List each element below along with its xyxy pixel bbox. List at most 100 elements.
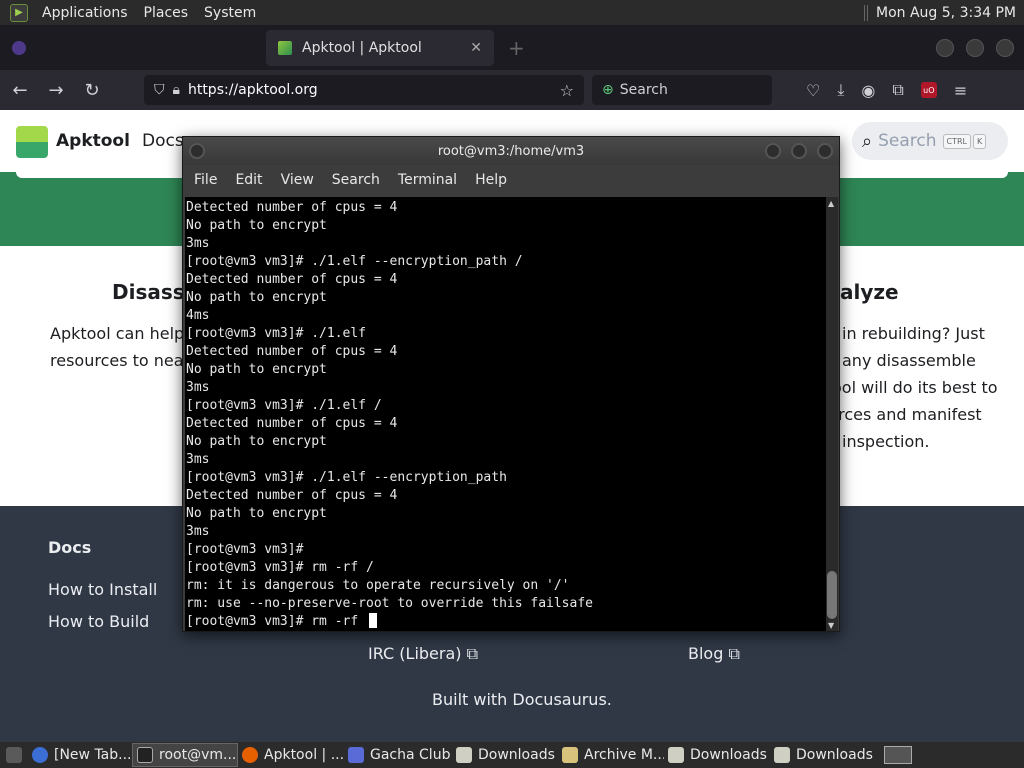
archive-icon bbox=[562, 747, 578, 763]
footer-link-blog[interactable]: Blog ⧉ bbox=[688, 644, 740, 664]
task-new-tab[interactable]: [New Tab... bbox=[28, 743, 132, 767]
workspace-switcher[interactable] bbox=[884, 746, 912, 764]
back-icon[interactable]: ← bbox=[4, 80, 36, 101]
task-gacha-club[interactable]: Gacha Club bbox=[344, 743, 452, 767]
folder-icon bbox=[456, 747, 472, 763]
terminal-line: 3ms bbox=[186, 452, 210, 467]
terminal-line: No path to encrypt bbox=[186, 290, 327, 305]
pocket-icon[interactable]: ♡ bbox=[806, 81, 820, 100]
minimize-icon[interactable] bbox=[765, 143, 781, 159]
terminal-line: No path to encrypt bbox=[186, 218, 327, 233]
task-archive-manager[interactable]: Archive M... bbox=[558, 743, 664, 767]
site-name[interactable]: Apktool bbox=[56, 131, 130, 151]
scroll-thumb[interactable] bbox=[827, 571, 837, 619]
terminal-line: 3ms bbox=[186, 236, 210, 251]
kbd-ctrl: CTRL bbox=[942, 133, 971, 149]
terminal-line: [root@vm3 vm3]# ./1.elf / bbox=[186, 398, 382, 413]
terminal-output[interactable]: Detected number of cpus = 4 No path to en… bbox=[185, 197, 827, 631]
menu-applications[interactable]: Applications bbox=[34, 5, 136, 21]
footer-link-how-install[interactable]: How to Install bbox=[48, 580, 157, 599]
scroll-down-icon[interactable]: ▼ bbox=[828, 621, 834, 630]
clock[interactable]: Mon Aug 5, 3:34 PM bbox=[876, 5, 1024, 21]
account-icon[interactable]: ◉ bbox=[861, 81, 875, 100]
close-tab-icon[interactable]: ✕ bbox=[470, 40, 482, 56]
text-cursor bbox=[369, 613, 378, 628]
menu-view[interactable]: View bbox=[272, 172, 323, 188]
apktool-logo-icon[interactable] bbox=[16, 126, 48, 158]
minimize-icon[interactable] bbox=[936, 38, 954, 57]
task-downloads-1[interactable]: Downloads bbox=[452, 743, 558, 767]
browser-tabstrip: Apktool | Apktool ✕ + bbox=[0, 25, 1024, 70]
nav-docs-link[interactable]: Docs bbox=[142, 131, 184, 151]
folder-icon bbox=[774, 747, 790, 763]
window-menu-icon[interactable] bbox=[189, 143, 205, 159]
tab-inactive[interactable] bbox=[0, 30, 262, 66]
terminal-line: 4ms bbox=[186, 308, 210, 323]
terminal-line: rm: it is dangerous to operate recursive… bbox=[186, 578, 570, 593]
footer-link-irc[interactable]: IRC (Libera) ⧉ bbox=[368, 644, 478, 664]
terminal-titlebar[interactable]: root@vm3:/home/vm3 bbox=[183, 137, 839, 165]
menu-terminal[interactable]: Terminal bbox=[389, 172, 466, 188]
menu-system[interactable]: System bbox=[196, 5, 264, 21]
task-downloads-2[interactable]: Downloads bbox=[664, 743, 770, 767]
task-terminal[interactable]: root@vm... bbox=[132, 743, 238, 767]
ublock-icon[interactable]: uO bbox=[920, 82, 937, 98]
close-window-icon[interactable] bbox=[996, 38, 1014, 57]
search-icon: ⊕ bbox=[602, 82, 614, 98]
new-tab-icon[interactable]: + bbox=[508, 36, 525, 60]
terminal-line: rm: use --no-preserve-root to override t… bbox=[186, 596, 593, 611]
footer-link-how-build[interactable]: How to Build bbox=[48, 612, 149, 631]
lock-icon[interactable]: 🔒︎ bbox=[173, 82, 180, 98]
panel-separator bbox=[864, 4, 869, 21]
search-placeholder: Search bbox=[619, 82, 668, 98]
forward-icon[interactable]: → bbox=[40, 80, 72, 101]
footer-docs-title: Docs bbox=[48, 538, 92, 557]
task-downloads-3[interactable]: Downloads bbox=[770, 743, 876, 767]
terminal-line: No path to encrypt bbox=[186, 506, 327, 521]
maximize-icon[interactable] bbox=[966, 38, 984, 57]
menu-places[interactable]: Places bbox=[136, 5, 197, 21]
site-search-placeholder: Search bbox=[878, 131, 937, 151]
terminal-line: Detected number of cpus = 4 bbox=[186, 488, 398, 503]
footer-built-with: Built with Docusaurus. bbox=[432, 690, 612, 709]
terminal-app-icon[interactable]: ▶ bbox=[10, 3, 28, 22]
reload-icon[interactable]: ↻ bbox=[76, 80, 108, 101]
close-icon[interactable] bbox=[817, 143, 833, 159]
kbd-k: K bbox=[973, 133, 987, 149]
shield-icon[interactable]: ⛉ bbox=[154, 82, 165, 98]
folder-icon bbox=[668, 747, 684, 763]
terminal-line: [root@vm3 vm3]# ./1.elf --encryption_pat… bbox=[186, 470, 507, 485]
scroll-up-icon[interactable]: ▲ bbox=[828, 199, 834, 208]
menu-help[interactable]: Help bbox=[466, 172, 516, 188]
feature-right-title: alyze bbox=[840, 280, 899, 304]
menu-file[interactable]: File bbox=[185, 172, 226, 188]
terminal-title: root@vm3:/home/vm3 bbox=[437, 143, 585, 159]
menu-edit[interactable]: Edit bbox=[226, 172, 271, 188]
tab-apktool[interactable]: Apktool | Apktool ✕ bbox=[266, 29, 494, 66]
terminal-window: root@vm3:/home/vm3 File Edit View Search… bbox=[182, 136, 840, 632]
terminal-scrollbar[interactable]: ▲ ▼ bbox=[826, 197, 838, 631]
task-apktool[interactable]: Apktool | ... bbox=[238, 743, 344, 767]
menu-search[interactable]: Search bbox=[323, 172, 389, 188]
site-search-button[interactable]: ⌕ Search CTRL K bbox=[852, 122, 1008, 160]
terminal-line: [root@vm3 vm3]# ./1.elf --encryption_pat… bbox=[186, 254, 523, 269]
terminal-prompt-line[interactable]: [root@vm3 vm3]# rm -rf bbox=[186, 613, 827, 631]
extensions-icon[interactable]: ⧉ bbox=[892, 80, 903, 100]
browser-search-input[interactable]: ⊕ Search bbox=[592, 75, 772, 105]
terminal-line: [root@vm3 vm3]# bbox=[186, 542, 304, 557]
menu-icon[interactable]: ≡ bbox=[954, 81, 967, 100]
terminal-menubar: File Edit View Search Terminal Help bbox=[183, 165, 839, 195]
url-text[interactable]: https://apktool.org bbox=[188, 82, 560, 98]
search-icon: ⌕ bbox=[862, 130, 873, 152]
download-icon[interactable]: ⤓ bbox=[837, 80, 844, 100]
bookmark-star-icon[interactable]: ☆ bbox=[560, 81, 574, 100]
maximize-icon[interactable] bbox=[791, 143, 807, 159]
url-bar[interactable]: ⛉ 🔒︎ https://apktool.org ☆ bbox=[144, 75, 584, 105]
terminal-line: Detected number of cpus = 4 bbox=[186, 416, 398, 431]
terminal-line: 3ms bbox=[186, 380, 210, 395]
apktool-favicon-icon bbox=[278, 40, 292, 55]
browser-icon bbox=[32, 747, 48, 763]
show-desktop-icon[interactable] bbox=[6, 747, 22, 763]
app-icon bbox=[348, 747, 364, 763]
terminal-line: Detected number of cpus = 4 bbox=[186, 344, 398, 359]
